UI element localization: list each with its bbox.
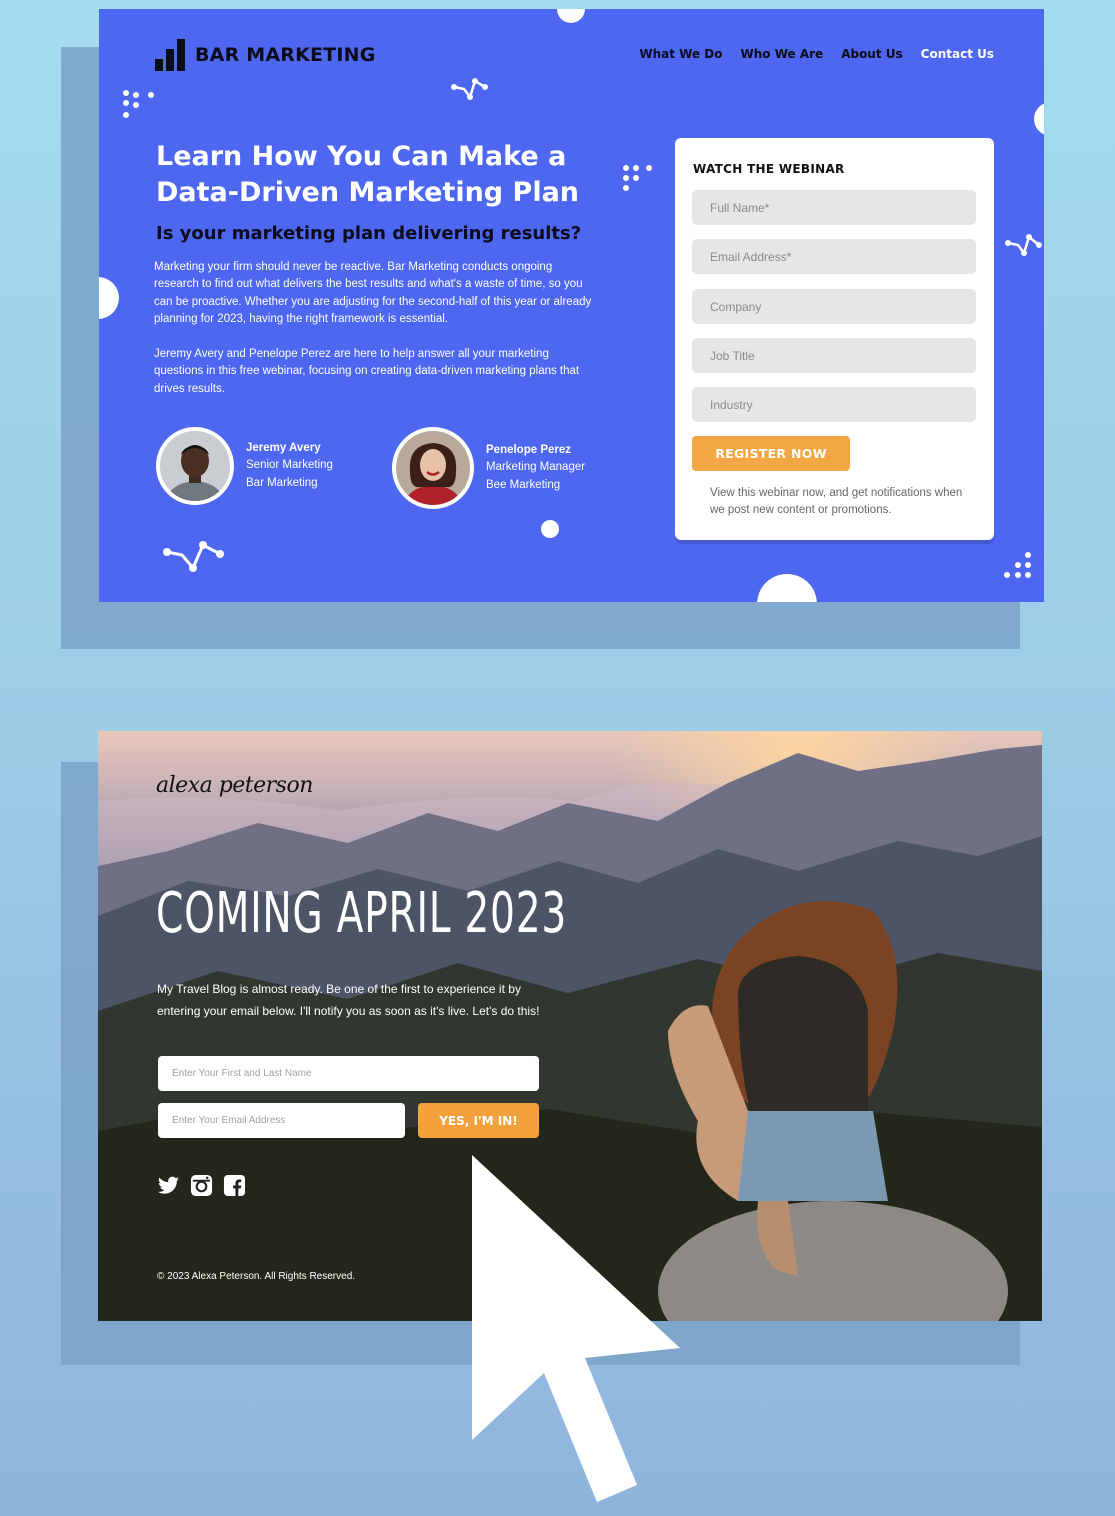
intro-paragraph: Marketing your firm should never be reac… (154, 261, 592, 326)
network-line-icon (163, 541, 224, 572)
speaker-company: Bee Marketing (486, 478, 561, 491)
twitter-icon[interactable] (157, 1174, 180, 1197)
network-line-icon (1005, 234, 1042, 256)
decor-circle (99, 277, 119, 319)
webinar-registration-form: WATCH THE WEBINAR REGISTER NOW View this… (675, 138, 994, 540)
speakers-paragraph: Jeremy Avery and Penelope Perez are here… (154, 348, 580, 395)
speaker-title: Senior Marketing (246, 459, 333, 472)
subscribe-button[interactable]: YES, I'M IN! (418, 1103, 539, 1138)
instagram-icon[interactable] (190, 1174, 213, 1197)
form-title: WATCH THE WEBINAR (693, 162, 845, 176)
nav-what-we-do[interactable]: What We Do (639, 47, 722, 61)
speaker-card: Jeremy Avery Senior Marketing Bar Market… (156, 427, 333, 505)
brand-signature: alexa peterson (156, 773, 313, 798)
speaker-name: Jeremy Avery (246, 441, 321, 454)
dot-cluster-icon (623, 165, 652, 191)
facebook-icon[interactable] (223, 1174, 246, 1197)
name-field[interactable] (158, 1056, 539, 1091)
full-name-field[interactable] (692, 190, 976, 225)
email-field[interactable] (158, 1103, 405, 1138)
brand-logo[interactable]: BAR MARKETING (155, 39, 376, 71)
hero-headline: Learn How You Can Make a Data-Driven Mar… (156, 141, 580, 208)
nav-about-us[interactable]: About Us (841, 47, 902, 61)
mouse-pointer-icon (472, 1155, 680, 1502)
hero-subheadline: Is your marketing plan delivering result… (156, 223, 582, 244)
bar-chart-icon (155, 39, 185, 71)
form-note: View this webinar now, and get notificat… (710, 487, 963, 516)
decor-circle (757, 574, 817, 602)
job-title-field[interactable] (692, 338, 976, 373)
dot-cluster-icon (1004, 552, 1031, 578)
webinar-landing-page: BAR MARKETING What We Do Who We Are Abou… (99, 9, 1044, 602)
speaker-card: Penelope Perez Marketing Manager Bee Mar… (392, 427, 585, 509)
decor-circle (557, 9, 585, 23)
dot-cluster-icon (123, 90, 154, 118)
social-links (157, 1174, 246, 1197)
email-field[interactable] (692, 239, 976, 274)
industry-field[interactable] (692, 387, 976, 422)
decor-circle (1034, 102, 1044, 136)
nav-who-we-are[interactable]: Who We Are (741, 47, 824, 61)
main-nav: What We Do Who We Are About Us Contact U… (639, 47, 994, 61)
register-now-button[interactable]: REGISTER NOW (692, 436, 850, 471)
brand-name: BAR MARKETING (195, 44, 376, 66)
speaker-title: Marketing Manager (486, 461, 586, 474)
speaker-name: Penelope Perez (486, 443, 572, 456)
copyright-text: © 2023 Alexa Peterson. All Rights Reserv… (157, 1271, 356, 1282)
decor-circle (541, 520, 559, 538)
avatar (392, 427, 474, 509)
nav-contact-us[interactable]: Contact Us (921, 47, 994, 61)
blurb-text: My Travel Blog is almost ready. Be one o… (157, 982, 540, 1018)
network-line-icon (451, 78, 488, 100)
speaker-company: Bar Marketing (246, 476, 318, 489)
coming-soon-headline: COMING APRIL 2023 (156, 881, 567, 946)
company-field[interactable] (692, 289, 976, 324)
avatar (156, 427, 234, 505)
